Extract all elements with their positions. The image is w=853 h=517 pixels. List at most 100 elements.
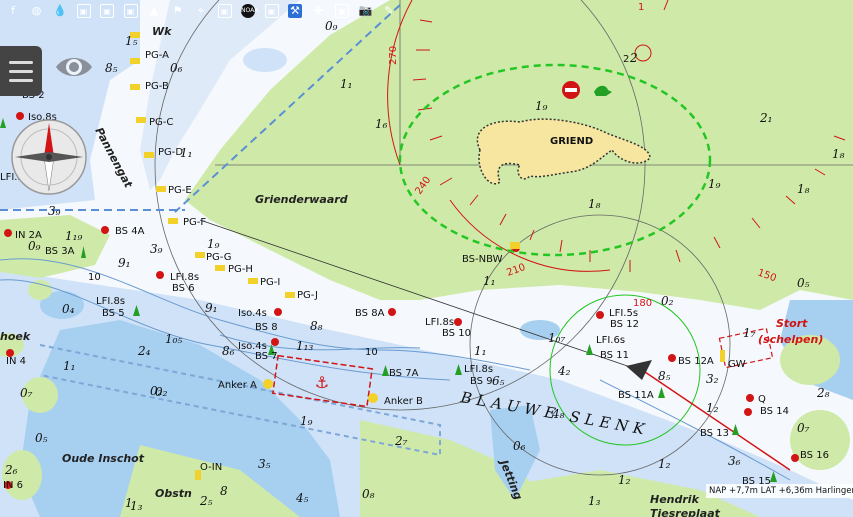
buoy-yellow	[130, 84, 140, 90]
depth-sounding: 2	[629, 51, 638, 65]
depth-sounding: 1₈	[832, 147, 845, 161]
depth-sounding: 1₁	[63, 359, 75, 373]
depth-sounding: 1₈	[588, 197, 601, 211]
photo-icon[interactable]: ▣	[123, 4, 138, 18]
depth-sounding: 1₀₅	[165, 332, 182, 346]
menu-icon	[9, 79, 33, 82]
camera-icon[interactable]: 📷	[359, 4, 373, 18]
depth-sounding: 0₅	[35, 431, 48, 445]
depth-sounding: 9₁	[118, 256, 130, 270]
buoy-label: BS 5	[102, 308, 125, 319]
buoy-label: PG-G	[206, 252, 232, 263]
buoy-yellow	[720, 350, 725, 362]
obstruction-label: Obstn	[155, 487, 192, 500]
buoy-label: BS 6	[172, 283, 195, 294]
light-label: LFI.5s	[609, 308, 638, 319]
depth-sounding: 1₀₇	[548, 331, 565, 345]
buoy-label: O-IN	[200, 462, 222, 473]
light-label: Iso.4s	[238, 341, 267, 352]
wrench-icon[interactable]: ⚒	[288, 4, 302, 18]
depth-sounding: 3₆	[728, 454, 741, 468]
depth-sounding: 6₅	[492, 374, 505, 388]
buoy-yellow	[215, 265, 225, 271]
gps-icon[interactable]: ⌖	[194, 4, 208, 18]
buoy-label: BS 13	[700, 428, 729, 439]
buoy-yellow	[130, 58, 140, 64]
photo-icon[interactable]: ▣	[335, 4, 349, 18]
buoy-label: BS 14	[760, 406, 789, 417]
place-stort: Stort	[776, 317, 808, 330]
shoal	[28, 280, 52, 300]
buoy-label: PG-A	[145, 50, 169, 61]
buoy-red	[271, 338, 279, 346]
compass-rose-icon[interactable]	[10, 118, 88, 196]
depth-sounding: 2₇	[394, 434, 408, 448]
place-griend: GRIEND	[550, 136, 593, 147]
buoy-label: PG-H	[228, 264, 253, 275]
globe-icon[interactable]: ◍	[30, 4, 44, 18]
photo-icon[interactable]: ▣	[217, 4, 232, 18]
depth-sounding: 1₁	[180, 146, 192, 160]
buoy-yellow	[510, 242, 520, 249]
depth-sounding: 8₅	[105, 61, 118, 75]
buoy-yellow	[144, 152, 154, 158]
depth-sounding: 0₆	[170, 61, 183, 75]
plus-icon[interactable]: ✚	[312, 4, 326, 18]
menu-button[interactable]	[0, 46, 42, 96]
depth-sounding: 3₉	[48, 204, 61, 218]
visibility-eye-icon[interactable]	[54, 50, 94, 84]
anchor-b-label: Anker B	[384, 396, 423, 407]
buoy-label: BS 4A	[115, 226, 145, 237]
buoy-label: IN 4	[6, 356, 26, 367]
photo-icon[interactable]: ▣	[76, 4, 91, 18]
photo-icon[interactable]: ▣	[264, 4, 279, 18]
depth-sounding: 0₉	[28, 239, 41, 253]
buoy-yellow	[168, 218, 178, 224]
light-label: LFI.8s	[464, 364, 493, 375]
buoy-label: PG-C	[149, 117, 173, 128]
buoy-red	[791, 454, 799, 462]
photo-icon[interactable]: ▣	[100, 4, 114, 18]
depth-sounding: 4₈	[551, 407, 565, 421]
depth-sounding: 1₁₉	[65, 229, 82, 243]
depth-sounding: 0₇	[797, 421, 810, 435]
facebook-icon[interactable]: f	[6, 4, 20, 18]
flag-icon[interactable]: ⚑	[171, 4, 185, 18]
depth-sounding: 1₂	[618, 473, 631, 487]
buoy-yellow	[263, 379, 273, 389]
light-label: LFI.8s	[170, 272, 199, 283]
depth-sounding: 1₉	[207, 237, 220, 251]
depth-sounding: 0₄	[62, 302, 75, 316]
depth-sounding: 0₈	[362, 487, 375, 501]
depth-sounding: 1₁	[483, 274, 495, 288]
depth-sounding: 0₆	[513, 439, 526, 453]
buoy-red	[744, 408, 752, 416]
buoy-label: BS 16	[800, 450, 829, 461]
depth-sounding: 1₃	[588, 494, 601, 508]
buoy-label: BS-NBW	[462, 254, 503, 265]
buoy-red	[388, 308, 396, 316]
contour-label: 10	[88, 272, 101, 283]
depth-sounding: 1₉	[708, 177, 721, 191]
buoy-yellow	[156, 186, 166, 192]
drop-icon[interactable]: 💧	[53, 4, 67, 18]
scale-label: 1	[638, 2, 644, 13]
place-schelpen: (schelpen)	[758, 333, 823, 346]
depth-sounding: 2₅	[199, 494, 213, 508]
buoy-label: PG-B	[145, 81, 169, 92]
depth-sounding: 2₁	[759, 111, 772, 125]
depth-sounding: 1₅	[125, 34, 138, 48]
nautical-chart[interactable]: ⚓ 2 1 270 240 210 180 150 10 10 Griender…	[0, 0, 853, 517]
edit-icon[interactable]: ✎	[382, 4, 396, 18]
triangle-icon[interactable]: ▲	[147, 4, 161, 18]
depth-sounding: 0₂	[155, 385, 168, 399]
depth-sounding: 3₂	[706, 372, 719, 386]
place-hendrik: Hendrik	[650, 493, 700, 506]
noaa-icon[interactable]: NOAA	[241, 4, 258, 18]
depth-sounding: 1₁	[340, 77, 352, 91]
place-grienderwaard: Grienderwaard	[255, 193, 348, 206]
buoy-label: BS 12	[610, 319, 639, 330]
buoy-label: IN 6	[3, 480, 23, 491]
depth-sounding: 1₂	[658, 457, 671, 471]
depth-sounding: 1₉	[300, 414, 313, 428]
